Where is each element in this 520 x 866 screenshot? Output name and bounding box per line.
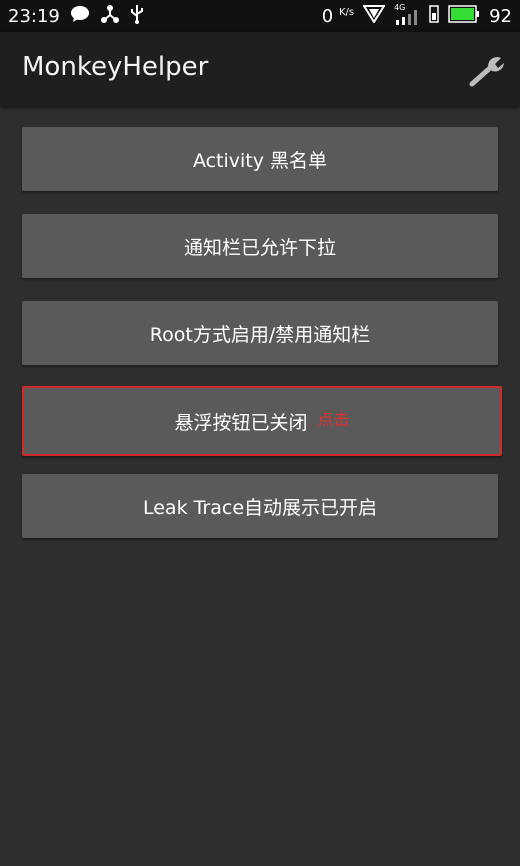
button-label: 悬浮按钮已关闭 <box>174 411 308 434</box>
usb-icon <box>130 4 144 29</box>
chat-bubble-icon <box>70 5 90 28</box>
sim-icon <box>429 4 439 28</box>
floating-button-toggle[interactable]: 悬浮按钮已关闭 点击 <box>22 386 502 456</box>
notification-pulldown-button[interactable]: 通知栏已允许下拉 <box>22 214 498 278</box>
button-label: Activity 黑名单 <box>192 149 328 172</box>
signal-icon: 4G <box>394 3 420 26</box>
leak-trace-toggle-button[interactable]: Leak Trace自动展示已开启 <box>22 474 498 538</box>
wrench-icon[interactable] <box>468 54 506 88</box>
click-hint: 点击 <box>317 410 350 429</box>
vpn-triangle-icon <box>362 4 386 28</box>
app-title: MonkeyHelper <box>22 52 209 82</box>
button-label: 通知栏已允许下拉 <box>183 236 336 259</box>
button-label: Root方式启用/禁用通知栏 <box>149 323 371 346</box>
net-speed-value: 0 <box>321 5 334 27</box>
battery-icon <box>448 4 480 28</box>
root-notification-toggle-button[interactable]: Root方式启用/禁用通知栏 <box>22 301 498 365</box>
share-hub-icon <box>100 4 120 29</box>
net-speed: 0 K/s <box>322 6 354 27</box>
button-label: Leak Trace自动展示已开启 <box>142 496 378 519</box>
app-bar: MonkeyHelper <box>0 32 520 106</box>
activity-blacklist-button[interactable]: Activity 黑名单 <box>22 127 498 191</box>
battery-level: 92 <box>489 5 512 27</box>
status-bar: 23:19 0 K/s 4G 92 <box>0 0 520 32</box>
main-content: Activity 黑名单 通知栏已允许下拉 Root方式启用/禁用通知栏 悬浮按… <box>0 106 520 866</box>
status-time: 23:19 <box>8 5 60 27</box>
net-speed-unit: K/s <box>338 6 355 18</box>
